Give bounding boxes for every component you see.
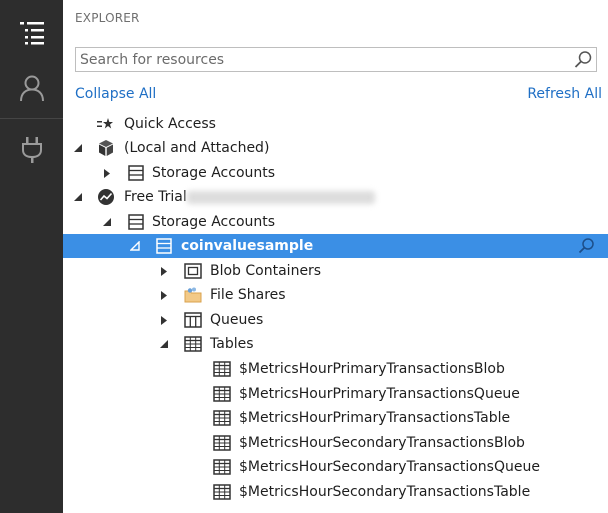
file-share-icon xyxy=(184,286,202,304)
storage-accounts-icon xyxy=(127,164,145,182)
table-icon xyxy=(213,458,231,476)
tree-item-label: $MetricsHourPrimaryTransactionsBlob xyxy=(239,361,505,377)
tree-item-table[interactable]: $MetricsHourPrimaryTransactionsBlob xyxy=(63,357,608,381)
tree-item-label: $MetricsHourSecondaryTransactionsQueue xyxy=(239,459,540,475)
expanded-arrow-icon[interactable] xyxy=(73,192,83,202)
account-activity-button[interactable] xyxy=(0,60,63,116)
tree-item-label: File Shares xyxy=(210,287,286,303)
tree-item-label: (Local and Attached) xyxy=(124,140,270,156)
tree-item-label: $MetricsHourPrimaryTransactionsTable xyxy=(239,410,511,426)
tree-item-queues[interactable]: Queues xyxy=(63,308,608,332)
tree-item-local-attached[interactable]: (Local and Attached) xyxy=(63,136,608,160)
table-icon xyxy=(184,335,202,353)
tree-item-quick-access[interactable]: Quick Access xyxy=(63,112,608,136)
search-icon[interactable] xyxy=(572,49,594,71)
tree-item-label: $MetricsHourSecondaryTransactionsTable xyxy=(239,483,531,500)
tree-item-blob-containers[interactable]: Blob Containers xyxy=(63,259,608,283)
tree-item-label: coinvaluesample xyxy=(181,238,314,254)
redacted-email xyxy=(187,191,375,204)
collapsed-arrow-icon[interactable] xyxy=(159,266,169,276)
account-icon xyxy=(19,75,44,102)
expanded-arrow-icon[interactable] xyxy=(159,339,169,349)
search-icon[interactable] xyxy=(576,236,596,256)
tree-item-file-shares[interactable]: File Shares xyxy=(63,283,608,307)
blob-container-icon xyxy=(184,262,202,280)
tree-item-label: Tables xyxy=(210,336,254,352)
tree-item-table[interactable]: $MetricsHourPrimaryTransactionsTable xyxy=(63,406,608,430)
expanded-arrow-icon[interactable] xyxy=(130,241,140,251)
tree-item-label: Storage Accounts xyxy=(152,165,276,181)
search-box[interactable] xyxy=(75,47,597,72)
expanded-arrow-icon[interactable] xyxy=(102,217,112,227)
tree-item-trial-storage-accounts[interactable]: Storage Accounts xyxy=(63,210,608,234)
plug-icon xyxy=(21,137,42,163)
activity-bar xyxy=(0,0,63,513)
tree-item-table[interactable]: $MetricsHourSecondaryTransactionsQueue xyxy=(63,455,608,479)
table-icon xyxy=(213,409,231,427)
tree-item-local-storage-accounts[interactable]: Storage Accounts xyxy=(63,161,608,185)
table-icon xyxy=(213,434,231,452)
tree-item-tables[interactable]: Tables xyxy=(63,332,608,356)
table-icon xyxy=(213,483,231,501)
quick-access-icon xyxy=(96,115,114,133)
search-input[interactable] xyxy=(76,48,560,71)
panel-title: EXPLORER xyxy=(75,11,140,25)
tree-item-free-trial[interactable]: Free Trial xyxy=(63,185,608,209)
expanded-arrow-icon[interactable] xyxy=(73,143,83,153)
collapsed-arrow-icon[interactable] xyxy=(159,290,169,300)
tree-item-table[interactable]: $MetricsHourSecondaryTransactionsBlob xyxy=(63,431,608,455)
collapse-all-link[interactable]: Collapse All xyxy=(75,86,156,102)
tree-item-label: Queues xyxy=(210,312,264,328)
explorer-list-icon xyxy=(19,22,44,45)
collapsed-arrow-icon[interactable] xyxy=(159,315,169,325)
storage-account-icon xyxy=(155,237,173,255)
queue-icon xyxy=(184,311,202,329)
table-icon xyxy=(213,360,231,378)
tree-item-table[interactable]: $MetricsHourSecondaryTransactionsTable xyxy=(63,480,608,504)
tree-item-label: Blob Containers xyxy=(210,263,322,279)
table-icon xyxy=(213,385,231,403)
explorer-panel: EXPLORER Collapse All Refresh All Quick … xyxy=(63,0,608,513)
refresh-all-link[interactable]: Refresh All xyxy=(527,86,602,102)
tree-item-table[interactable]: $MetricsHourPrimaryTransactionsQueue xyxy=(63,382,608,406)
tree-item-label: $MetricsHourPrimaryTransactionsQueue xyxy=(239,385,520,402)
explorer-activity-button[interactable] xyxy=(0,4,63,60)
cube-icon xyxy=(97,139,115,157)
tree-item-storage-account[interactable]: coinvaluesample xyxy=(63,234,608,258)
tree-item-label: Free Trial xyxy=(124,189,187,205)
storage-accounts-icon xyxy=(127,213,145,231)
activity-separator xyxy=(0,118,63,119)
tree-item-label: Storage Accounts xyxy=(152,214,276,230)
tree-item-label: Quick Access xyxy=(124,116,216,132)
connect-activity-button[interactable] xyxy=(0,122,63,178)
collapsed-arrow-icon[interactable] xyxy=(102,168,112,178)
subscription-icon xyxy=(97,188,115,206)
tree-item-label: $MetricsHourSecondaryTransactionsBlob xyxy=(239,434,525,451)
